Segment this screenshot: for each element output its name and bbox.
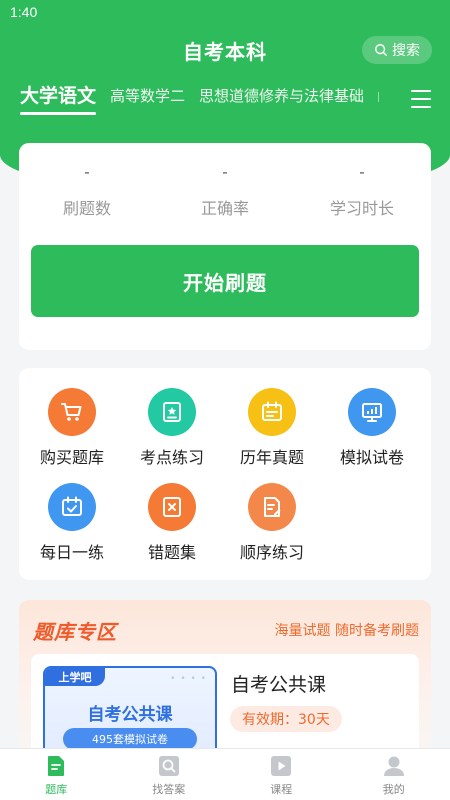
find-answer-icon [157, 754, 181, 778]
stats-card: - 刷题数 - 正确率 - 学习时长 开始刷题 [19, 143, 431, 350]
tab-subject-1[interactable]: 大学语文 [20, 84, 97, 115]
stat-value: - [84, 163, 90, 181]
nav-item-course[interactable]: 课程 [225, 749, 338, 800]
menu-icon[interactable] [411, 90, 431, 108]
tab-subject-2[interactable]: 高等数学二 [110, 84, 185, 108]
stat-value: - [222, 163, 228, 181]
search-label: 搜索 [392, 43, 420, 59]
stat-questions: - 刷题数 [27, 163, 147, 219]
question-bank-zone: 题库专区 海量试题 随时备考刷题 上学吧 • • • • 自考公共课 495套模… [19, 600, 431, 760]
nav-label: 我的 [382, 783, 405, 796]
zone-slogan: 海量试题 随时备考刷题 [274, 623, 419, 639]
nav-label: 找答案 [152, 783, 186, 796]
tab-divider [378, 92, 380, 102]
nav-item-find-answer[interactable]: 找答案 [113, 749, 226, 800]
grid-label: 模拟试卷 [339, 448, 404, 467]
stat-label: 正确率 [200, 199, 249, 218]
stat-label: 刷题数 [62, 199, 111, 218]
cover-dots-decoration: • • • • [170, 674, 207, 684]
bottom-nav: 题库 找答案 课程 我的 [0, 748, 450, 800]
course-cover: 上学吧 • • • • 自考公共课 495套模拟试卷 [43, 666, 217, 760]
grid-item-mock-papers[interactable]: 模拟试卷 [322, 388, 422, 468]
grid-label: 顺序练习 [239, 543, 304, 562]
tab-subject-3[interactable]: 思想道德修养与法律基础 [199, 84, 364, 108]
stat-study-time: - 学习时长 [302, 163, 422, 219]
course-play-icon [269, 754, 293, 778]
status-time: 1:40 [10, 4, 38, 20]
question-bank-icon [44, 754, 68, 778]
course-name: 自考公共课 [231, 674, 327, 696]
nav-label: 课程 [270, 783, 293, 796]
document-edit-icon [248, 483, 296, 531]
course-card[interactable]: 上学吧 • • • • 自考公共课 495套模拟试卷 自考公共课 有效期：30天 [31, 654, 419, 760]
feature-grid: 购买题库 考点练习 历年真题 模拟试卷 每日一练 错题集 顺序练习 [19, 368, 431, 580]
cover-badge: 上学吧 [45, 668, 105, 686]
cover-title: 自考公共课 [87, 705, 173, 725]
grid-item-topic-practice[interactable]: 考点练习 [122, 388, 222, 468]
calendar-check-icon [48, 483, 96, 531]
stat-accuracy: - 正确率 [165, 163, 285, 219]
cart-icon [48, 388, 96, 436]
search-button[interactable]: 搜索 [362, 36, 432, 64]
presentation-icon [348, 388, 396, 436]
stat-label: 学习时长 [329, 199, 394, 218]
grid-label: 错题集 [147, 543, 196, 562]
grid-item-sequential-practice[interactable]: 顺序练习 [222, 483, 322, 563]
search-icon [375, 44, 387, 56]
subject-tabs: 大学语文 高等数学二 思想道德修养与法律基础 [20, 84, 390, 118]
grid-label: 购买题库 [39, 448, 104, 467]
grid-label: 考点练习 [139, 448, 204, 467]
grid-item-past-exams[interactable]: 历年真题 [222, 388, 322, 468]
grid-label: 每日一练 [39, 543, 104, 562]
calendar-icon [248, 388, 296, 436]
badge-book-icon [148, 388, 196, 436]
cover-pill: 495套模拟试卷 [63, 728, 197, 750]
stat-value: - [359, 163, 365, 181]
profile-icon [382, 754, 406, 778]
validity-badge: 有效期：30天 [230, 706, 342, 732]
nav-item-question-bank[interactable]: 题库 [0, 749, 113, 800]
wrong-note-icon [148, 483, 196, 531]
grid-item-wrong-questions[interactable]: 错题集 [122, 483, 222, 563]
nav-label: 题库 [45, 783, 68, 796]
grid-label: 历年真题 [239, 448, 304, 467]
zone-title: 题库专区 [33, 620, 117, 644]
nav-item-profile[interactable]: 我的 [338, 749, 450, 800]
grid-item-buy-bank[interactable]: 购买题库 [22, 388, 122, 468]
grid-item-daily-practice[interactable]: 每日一练 [22, 483, 122, 563]
start-practice-button[interactable]: 开始刷题 [31, 245, 419, 317]
